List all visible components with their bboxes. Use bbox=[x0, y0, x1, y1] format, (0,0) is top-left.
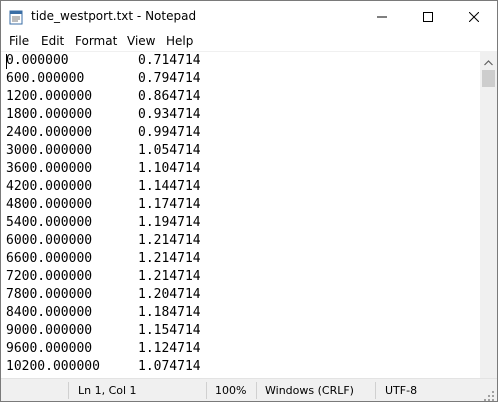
text-line: 7200.000000 1.214714 bbox=[6, 269, 201, 284]
close-button[interactable] bbox=[451, 1, 497, 32]
menu-bar: File Edit Format View Help bbox=[1, 32, 497, 51]
text-line: 3000.000000 1.054714 bbox=[6, 143, 201, 158]
maximize-icon bbox=[423, 7, 433, 26]
status-divider bbox=[68, 382, 69, 399]
text-line: 1800.000000 0.934714 bbox=[6, 107, 201, 122]
text-line: 6600.000000 1.214714 bbox=[6, 251, 201, 266]
status-divider bbox=[375, 382, 376, 399]
window-title: tide_westport.txt - Notepad bbox=[31, 9, 197, 23]
close-icon bbox=[468, 7, 480, 26]
scroll-up-arrow-icon bbox=[484, 51, 493, 70]
text-line: 0.000000 0.714714 bbox=[6, 53, 201, 68]
text-line: 600.000000 0.794714 bbox=[6, 71, 201, 86]
notepad-window: tide_westport.txt - Notepad File Edit Fo… bbox=[0, 0, 498, 402]
text-line: 5400.000000 1.194714 bbox=[6, 215, 201, 230]
scrollbar-thumb[interactable] bbox=[482, 70, 495, 87]
maximize-button[interactable] bbox=[405, 1, 451, 32]
text-line: 3600.000000 1.104714 bbox=[6, 161, 201, 176]
menu-format[interactable]: Format bbox=[75, 32, 117, 51]
menu-view[interactable]: View bbox=[127, 32, 155, 51]
file-encoding: UTF-8 bbox=[385, 384, 418, 397]
line-ending: Windows (CRLF) bbox=[265, 384, 354, 397]
text-line: 9600.000000 1.124714 bbox=[6, 341, 201, 356]
status-bar: Ln 1, Col 1 100% Windows (CRLF) UTF-8 bbox=[1, 378, 497, 401]
menu-help[interactable]: Help bbox=[166, 32, 193, 51]
text-line: 9000.000000 1.154714 bbox=[6, 323, 201, 338]
text-line: 7800.000000 1.204714 bbox=[6, 287, 201, 302]
scroll-up-button[interactable] bbox=[480, 52, 497, 69]
status-divider bbox=[256, 382, 257, 399]
resize-grip-icon[interactable] bbox=[483, 387, 495, 401]
text-line: 6000.000000 1.214714 bbox=[6, 233, 201, 248]
menu-file[interactable]: File bbox=[9, 32, 29, 51]
minimize-button[interactable] bbox=[359, 1, 405, 32]
text-line: 4800.000000 1.174714 bbox=[6, 197, 201, 212]
text-editor-area[interactable]: 0.000000 0.714714 600.000000 0.794714 1200… bbox=[1, 52, 480, 378]
vertical-scrollbar[interactable] bbox=[480, 52, 497, 378]
cursor-position: Ln 1, Col 1 bbox=[78, 384, 137, 397]
title-bar[interactable]: tide_westport.txt - Notepad bbox=[1, 1, 497, 32]
status-divider bbox=[206, 382, 207, 399]
menu-edit[interactable]: Edit bbox=[41, 32, 64, 51]
text-line: 4200.000000 1.144714 bbox=[6, 179, 201, 194]
notepad-icon bbox=[9, 9, 23, 25]
zoom-level: 100% bbox=[215, 384, 247, 397]
minimize-icon bbox=[377, 7, 387, 26]
text-line: 10200.000000 1.074714 bbox=[6, 359, 201, 374]
text-line: 1200.000000 0.864714 bbox=[6, 89, 201, 104]
text-line: 2400.000000 0.994714 bbox=[6, 125, 201, 140]
text-line: 8400.000000 1.184714 bbox=[6, 305, 201, 320]
